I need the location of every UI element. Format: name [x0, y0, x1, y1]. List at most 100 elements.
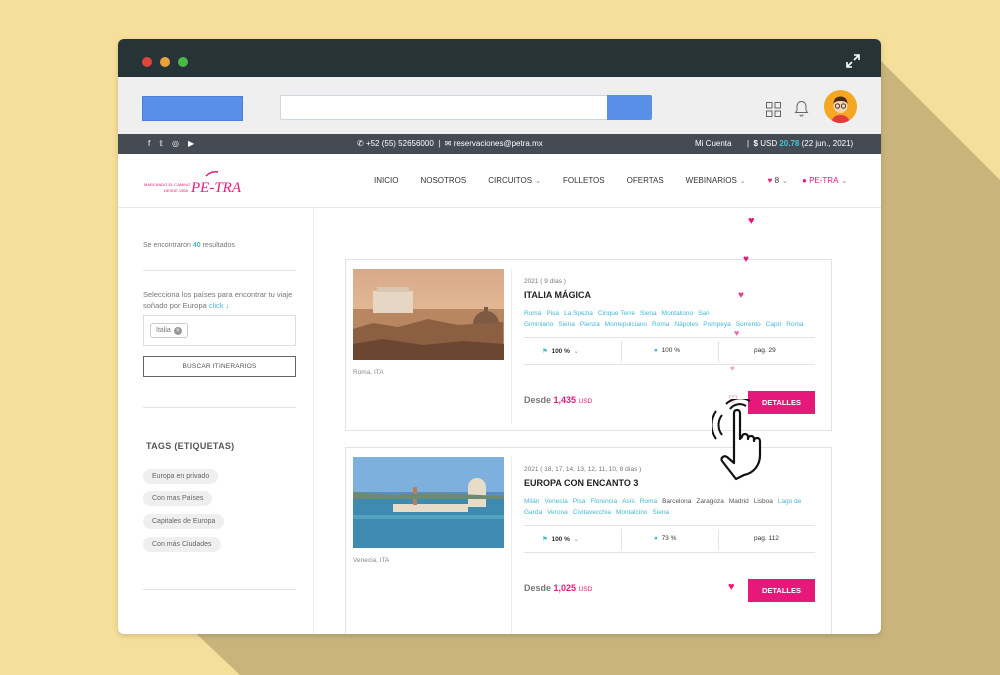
- tag-chip[interactable]: Europa en privado: [143, 469, 219, 484]
- divider: [143, 407, 296, 408]
- flag-icon: ⚑: [542, 536, 548, 543]
- city-link[interactable]: Roma: [786, 321, 803, 328]
- country-chip[interactable]: Italia ×: [150, 323, 188, 338]
- city-link[interactable]: La Spezia: [564, 310, 593, 317]
- nav-nosotros[interactable]: NOSOTROS: [420, 176, 466, 185]
- pin-stat: ● 73 %: [654, 535, 677, 542]
- city-link[interactable]: Pienza: [580, 321, 600, 328]
- account-link[interactable]: Mi Cuenta: [695, 139, 731, 148]
- expand-icon[interactable]: [845, 53, 861, 69]
- close-dot[interactable]: [142, 57, 152, 67]
- country-select-hint: Selecciona los países para encontrar tu …: [143, 290, 293, 310]
- country-tag-input[interactable]: Italia ×: [143, 315, 296, 346]
- city-link[interactable]: Zaragoza: [696, 498, 723, 505]
- bell-icon[interactable]: [794, 100, 809, 117]
- city-link[interactable]: Milán: [524, 498, 540, 505]
- nav-brand-menu[interactable]: ● PE-TRA ⌄: [802, 176, 847, 185]
- youtube-icon[interactable]: ▶: [188, 139, 194, 148]
- facebook-icon[interactable]: f: [148, 139, 150, 148]
- city-link[interactable]: Pisa: [573, 498, 586, 505]
- phone-number[interactable]: +52 (55) 52656000: [366, 139, 434, 148]
- chevron-down-icon: ⌄: [573, 348, 579, 355]
- city-link[interactable]: Lisboa: [754, 498, 773, 505]
- phone-icon: ✆: [357, 139, 364, 148]
- details-button[interactable]: DETALLES: [748, 579, 815, 602]
- app-toolbar: [118, 77, 881, 134]
- city-link[interactable]: Barcelona: [662, 498, 691, 505]
- city-link[interactable]: Nápoles: [674, 321, 698, 328]
- search-button[interactable]: [607, 95, 652, 120]
- divider: [143, 589, 296, 590]
- remove-chip-icon[interactable]: ×: [173, 327, 182, 335]
- instagram-icon[interactable]: ◎: [172, 139, 179, 148]
- tour-title[interactable]: EUROPA CON ENCANTO 3: [524, 478, 638, 488]
- toolbar-button[interactable]: [142, 96, 243, 121]
- city-link[interactable]: Montepulciano: [605, 321, 647, 328]
- twitter-icon[interactable]: 𝕥: [159, 139, 163, 148]
- tag-chip[interactable]: Capitales de Europa: [143, 514, 225, 529]
- city-link[interactable]: Civitavecchia: [573, 509, 611, 516]
- city-link[interactable]: Madrid: [729, 498, 749, 505]
- city-link[interactable]: Capri: [766, 321, 782, 328]
- chevron-down-icon: ⌄: [573, 536, 579, 543]
- nav-webinarios[interactable]: WEBINARIOS ⌄: [686, 176, 746, 185]
- tour-price: Desde 1,435 USD: [524, 395, 593, 405]
- city-link[interactable]: Roma: [640, 498, 657, 505]
- nav-menu: INICIO NOSOTROS CIRCUITOS ⌄ FOLLETOS OFER…: [374, 176, 869, 185]
- brochure-page[interactable]: pag. 29: [754, 347, 776, 354]
- tour-cities: Milán Venecia Pisa Florencia Asís Roma Barcelo…: [524, 496, 819, 518]
- city-link[interactable]: Siena: [640, 310, 657, 317]
- tour-photo-rome[interactable]: [353, 269, 504, 360]
- nav-favorites[interactable]: ♥ 8 ⌄: [768, 176, 788, 185]
- social-links: f 𝕥 ◎ ▶: [148, 139, 194, 148]
- favorite-heart-icon[interactable]: ♥: [728, 581, 735, 593]
- title-bar: [118, 39, 881, 77]
- city-link[interactable]: Montalcino: [616, 509, 647, 516]
- tour-cities: Roma Pisa La Spezia Cinque Terre Siena Montal…: [524, 308, 819, 330]
- city-link[interactable]: Roma: [524, 310, 541, 317]
- svg-text:DESDE 1968: DESDE 1968: [164, 188, 189, 193]
- tour-title[interactable]: ITALIA MÁGICA: [524, 290, 591, 300]
- grid-icon[interactable]: [766, 102, 781, 117]
- minimize-dot[interactable]: [160, 57, 170, 67]
- click-link[interactable]: click: [209, 301, 224, 310]
- flag-icon: ⚑: [542, 348, 548, 355]
- nav-inicio[interactable]: INICIO: [374, 176, 398, 185]
- city-link[interactable]: Venecia: [545, 498, 568, 505]
- city-link[interactable]: Cinque Terre: [598, 310, 635, 317]
- nav-circuitos[interactable]: CIRCUITOS ⌄: [488, 176, 541, 185]
- city-link[interactable]: Roma: [652, 321, 669, 328]
- flag-stat[interactable]: ⚑ 100 % ⌄: [542, 347, 579, 355]
- chevron-down-icon: ⌄: [535, 178, 541, 185]
- chevron-down-icon: ⌄: [782, 178, 788, 185]
- divider: [511, 269, 512, 424]
- search-input[interactable]: [280, 95, 609, 120]
- email-icon: ✉: [444, 139, 452, 148]
- city-link[interactable]: Siena: [652, 509, 669, 516]
- city-link[interactable]: Siena: [558, 321, 575, 328]
- city-link[interactable]: Montalcino: [662, 310, 693, 317]
- email-link[interactable]: reservaciones@petra.mx: [454, 139, 543, 148]
- tag-chip[interactable]: Con más Ciudades: [143, 537, 221, 552]
- avatar[interactable]: [824, 90, 857, 123]
- chevron-down-icon: ⌄: [841, 178, 848, 185]
- nav-ofertas[interactable]: OFERTAS: [627, 176, 664, 185]
- tour-photo-venice[interactable]: [353, 457, 504, 548]
- maximize-dot[interactable]: [178, 57, 188, 67]
- floating-heart-icon: ♥: [730, 364, 735, 373]
- floating-heart-icon: ♥: [738, 290, 744, 301]
- tag-chip[interactable]: Con mas Países: [143, 491, 213, 506]
- search-itineraries-button[interactable]: BUSCAR ITINERARIOS: [143, 356, 296, 377]
- brand-badge-icon: ●: [801, 176, 807, 185]
- nav-folletos[interactable]: FOLLETOS: [563, 176, 605, 185]
- city-link[interactable]: Florencia: [590, 498, 617, 505]
- flag-stat[interactable]: ⚑ 100 % ⌄: [542, 535, 579, 543]
- city-link[interactable]: Pisa: [546, 310, 559, 317]
- brochure-page[interactable]: pag. 112: [754, 535, 779, 542]
- city-link[interactable]: Asís: [622, 498, 635, 505]
- floating-heart-icon: ♥: [743, 254, 749, 265]
- city-link[interactable]: Pompeya: [703, 321, 730, 328]
- petra-logo[interactable]: MARCANDO EL CAMINO DESDE 1968 PE-TRA: [144, 167, 254, 197]
- city-link[interactable]: Sorrento: [736, 321, 761, 328]
- city-link[interactable]: Verona: [547, 509, 568, 516]
